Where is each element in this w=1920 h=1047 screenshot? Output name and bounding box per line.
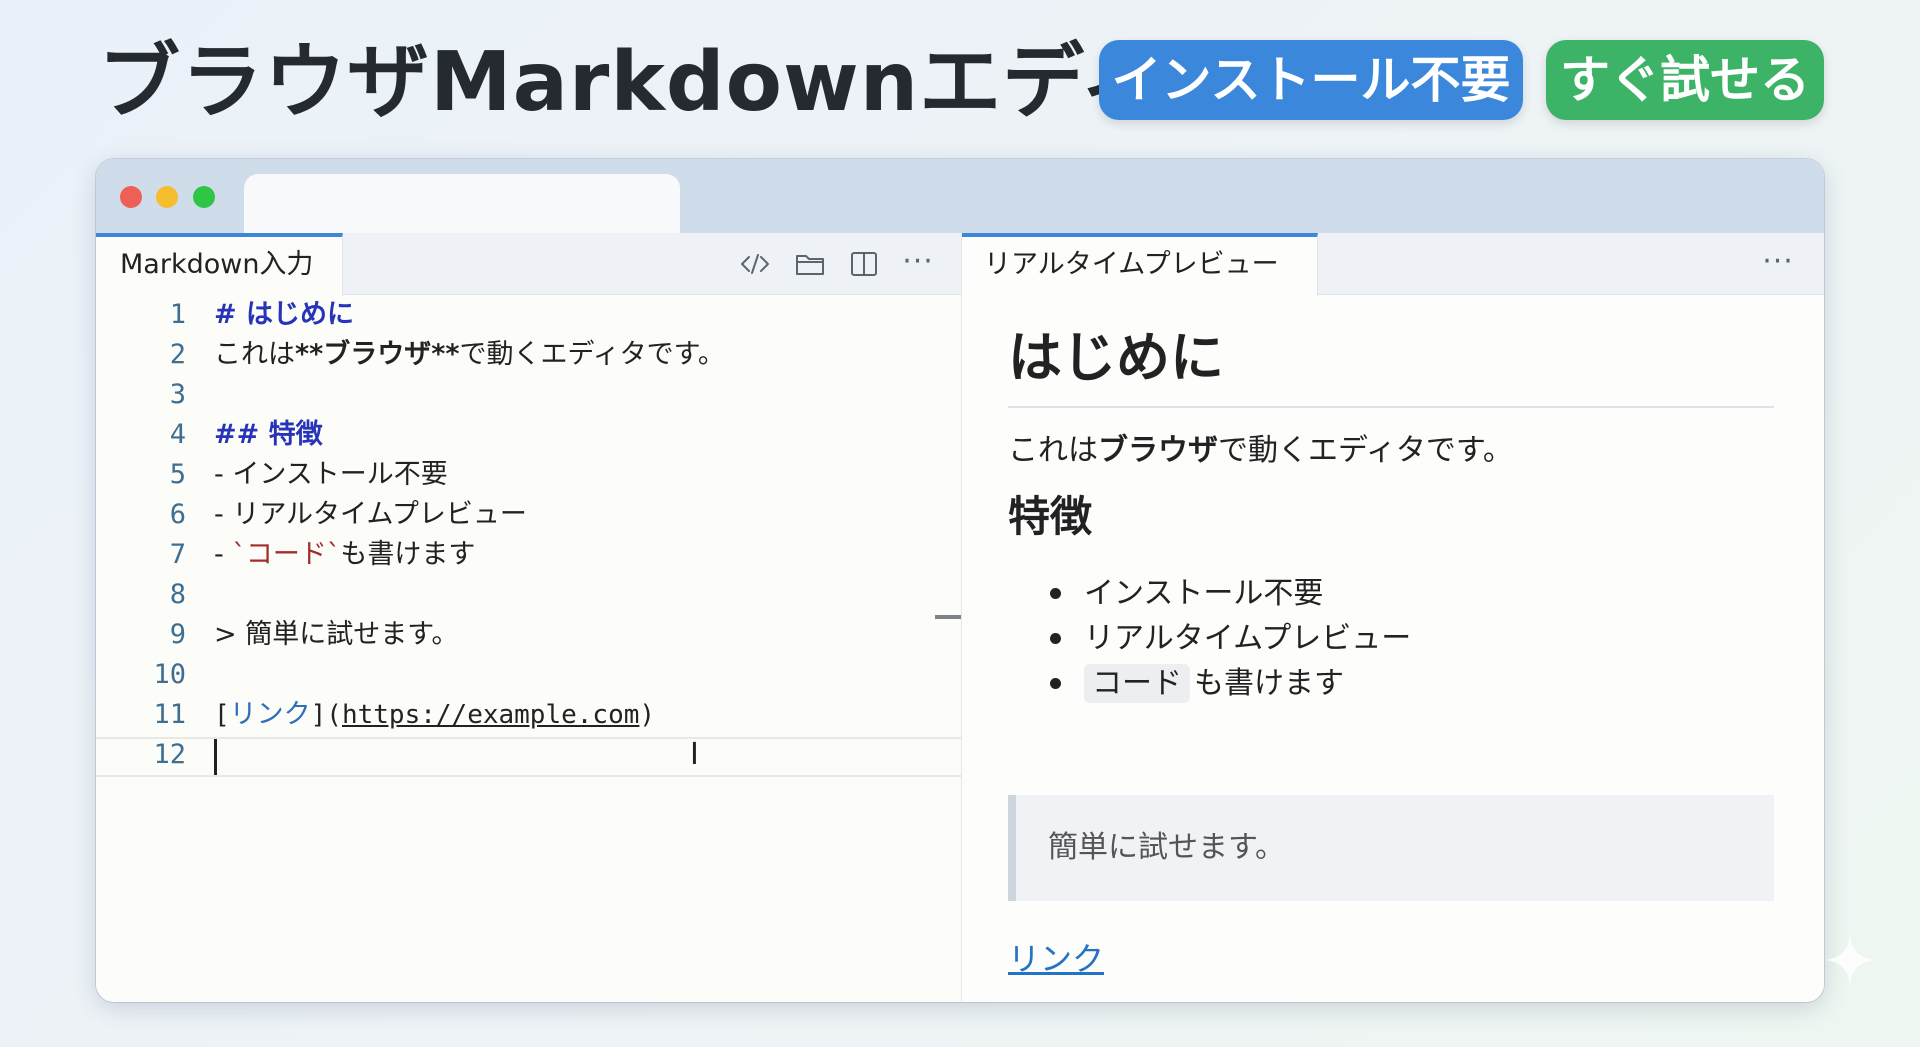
list-item-text: リアルタイムプレビュー: [1084, 621, 1412, 656]
bullet-icon: [1050, 678, 1061, 689]
paragraph-text: これは: [1008, 433, 1098, 468]
blockquote-syntax: > 簡単に試せます。: [214, 619, 459, 650]
page-title: ブラウザMarkdownエディタ: [98, 35, 1246, 130]
list-item-text: も書けます: [1194, 666, 1344, 701]
markdown-editor[interactable]: 1 # はじめに 2 これは**ブラウザ**で動くエディタです。 3 4 ## …: [96, 295, 961, 1002]
line-text: も書けます: [340, 539, 476, 570]
editor-line: 6 - リアルタイムプレビュー: [96, 495, 961, 535]
list-item: リアルタイムプレビュー: [1008, 616, 1411, 661]
editor-line: 5 - インストール不要: [96, 455, 961, 495]
editor-line-current[interactable]: 12 I: [96, 735, 961, 775]
folder-icon[interactable]: [794, 249, 826, 279]
editor-line: 8: [96, 575, 961, 615]
line-number: 9: [169, 619, 186, 650]
window-titlebar: [96, 159, 1824, 234]
link-bracket: ](: [310, 700, 342, 730]
preview-blockquote: 簡単に試せます。: [1008, 795, 1774, 901]
line-number: 4: [169, 419, 186, 450]
editor-line: 11 [リンク](https://example.com): [96, 695, 961, 735]
badge-no-install: インストール不要: [1099, 40, 1523, 120]
inline-code-syntax: `コード`: [232, 539, 341, 570]
editor-line: 4 ## 特徴: [96, 415, 961, 455]
line-number: 8: [169, 579, 186, 610]
ibeam-cursor-icon: I: [690, 737, 699, 772]
link-bracket: ): [639, 700, 656, 730]
close-window-button[interactable]: [120, 186, 142, 208]
editor-line: 9 > 簡単に試せます。: [96, 615, 961, 655]
badge-try-now: すぐ試せる: [1546, 40, 1824, 120]
maximize-window-button[interactable]: [193, 186, 215, 208]
line-text: -: [214, 539, 233, 570]
link-url-syntax: https://example.com: [341, 700, 640, 730]
line-text: で動くエディタです。: [459, 339, 725, 370]
preview-list: インストール不要 リアルタイムプレビュー コード も書けます: [1008, 571, 1411, 706]
line-number: 7: [169, 539, 186, 570]
line-number: 3: [169, 379, 186, 410]
preview-paragraph: これはブラウザで動くエディタです。: [1008, 427, 1513, 475]
paragraph-text: で動くエディタです。: [1218, 433, 1513, 468]
tab-markdown-input[interactable]: Markdown入力: [96, 233, 343, 296]
preview-link[interactable]: リンク: [1008, 935, 1104, 983]
inline-code: コード: [1084, 664, 1190, 703]
link-text-syntax: リンク: [229, 699, 311, 730]
split-view-icon[interactable]: [848, 249, 880, 279]
line-number: 10: [153, 659, 186, 690]
preview-heading-1: はじめに: [1008, 326, 1224, 389]
editor-line: 2 これは**ブラウザ**で動くエディタです。: [96, 335, 961, 375]
tab-realtime-preview[interactable]: リアルタイムプレビュー: [962, 233, 1318, 296]
list-item: コード も書けます: [1008, 661, 1411, 706]
scrollbar-thumb[interactable]: [935, 615, 961, 619]
code-icon[interactable]: [739, 249, 771, 279]
line-number: 11: [153, 699, 186, 730]
text-caret: [214, 739, 217, 775]
heading-text: 特徴: [268, 419, 323, 450]
list-item: インストール不要: [1008, 571, 1411, 616]
line-text: - インストール不要: [214, 459, 448, 490]
bullet-icon: [1050, 633, 1061, 644]
line-text: - リアルタイムプレビュー: [214, 499, 527, 530]
editor-line: 1 # はじめに: [96, 295, 961, 335]
minimize-window-button[interactable]: [156, 186, 178, 208]
editor-line: 3: [96, 375, 961, 415]
browser-tab[interactable]: [244, 174, 680, 234]
more-icon[interactable]: ···: [1760, 244, 1796, 280]
link-bracket: [: [214, 700, 230, 730]
heading-text: はじめに: [246, 299, 355, 330]
heading-marker: ##: [214, 419, 269, 450]
paragraph-bold-text: ブラウザ: [1098, 433, 1218, 468]
heading-marker: #: [214, 299, 247, 330]
editor-pane: Markdown入力 ··· 1 # はじめに 2 これは**ブラウザ**で動く…: [96, 233, 961, 1002]
list-item-text: インストール不要: [1084, 576, 1324, 611]
line-number: 1: [169, 299, 186, 330]
bullet-icon: [1050, 588, 1061, 599]
line-number: 2: [169, 339, 186, 370]
preview-pane: リアルタイムプレビュー ··· はじめに これはブラウザで動くエディタです。 特…: [962, 233, 1824, 1002]
line-number: 6: [169, 499, 186, 530]
editor-tabbar: Markdown入力 ···: [96, 233, 961, 296]
rendered-preview: はじめに これはブラウザで動くエディタです。 特徴 インストール不要 リアルタイ…: [962, 295, 1824, 1002]
preview-heading-2: 特徴: [1008, 492, 1093, 541]
preview-tabbar: リアルタイムプレビュー ···: [962, 233, 1824, 296]
heading-rule: [1008, 406, 1774, 408]
line-number: 5: [169, 459, 186, 490]
line-text: これは: [214, 339, 295, 370]
line-number: 12: [153, 739, 186, 770]
editor-line: 10: [96, 655, 961, 695]
bold-syntax: **ブラウザ**: [295, 339, 460, 370]
sparkle-icon: [1825, 935, 1875, 985]
editor-line: 7 - `コード`も書けます: [96, 535, 961, 575]
more-icon[interactable]: ···: [900, 244, 936, 280]
browser-window: Markdown入力 ··· 1 # はじめに 2 これは**ブラウザ**で動く…: [96, 159, 1824, 1002]
